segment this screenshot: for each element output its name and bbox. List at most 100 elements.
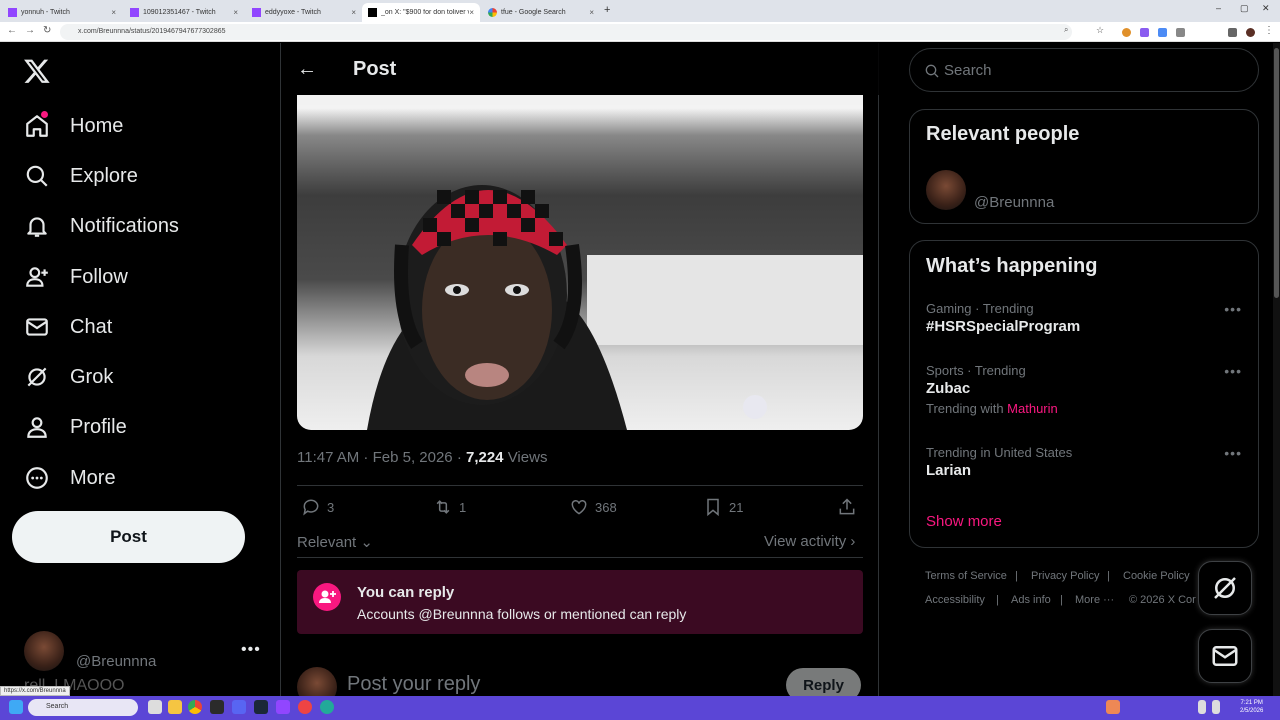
browser-tab[interactable]: eddyyoxe - Twitch × (246, 3, 362, 22)
trend-name: Zubac (926, 380, 971, 397)
close-icon[interactable]: × (351, 8, 356, 17)
steam-icon[interactable] (254, 700, 268, 714)
status-bar-url: https://x.com/Breunnna (0, 686, 70, 696)
browser-tab[interactable]: tfue - Google Search × (482, 3, 600, 22)
back-icon[interactable]: ← (7, 25, 17, 36)
reload-icon[interactable]: ↻ (43, 25, 51, 36)
extension-icon[interactable] (1122, 28, 1131, 37)
nav-profile[interactable]: Profile (24, 407, 264, 447)
avatar[interactable] (926, 170, 966, 210)
trend-item[interactable]: Gaming · Trending #HSRSpecialProgram ••• (926, 301, 1242, 335)
post-media-image[interactable] (297, 95, 863, 430)
heart-icon (571, 499, 587, 515)
browser-tab[interactable]: yonnuh - Twitch × (2, 3, 122, 22)
app-icon[interactable] (298, 700, 312, 714)
trend-item[interactable]: Trending in United States Larian ••• (926, 445, 1242, 479)
discord-icon[interactable] (232, 700, 246, 714)
like-action[interactable]: 368 (569, 497, 617, 517)
wifi-icon[interactable] (1198, 700, 1206, 714)
nav-label: Notifications (70, 214, 179, 237)
reply-composer-input[interactable]: Post your reply (347, 673, 480, 696)
downloads-icon[interactable] (1228, 28, 1237, 37)
maximize-icon[interactable]: ▢ (1240, 3, 1249, 14)
view-activity-link[interactable]: View activity › (764, 533, 855, 550)
close-window-icon[interactable]: ✕ (1262, 3, 1270, 14)
grok-button[interactable] (1198, 561, 1252, 615)
footer-cookie-link[interactable]: Cookie Policy (1123, 570, 1190, 582)
url-field[interactable]: x.com/Breunnna/status/201946794767730286… (60, 24, 1072, 40)
chrome-icon[interactable] (188, 700, 202, 714)
nav-grok[interactable]: Grok (24, 357, 264, 397)
footer-accessibility-link[interactable]: Accessibility (925, 594, 985, 606)
footer-more-link[interactable]: More ··· (1075, 594, 1114, 606)
task-view-icon[interactable] (148, 700, 162, 714)
account-switcher[interactable]: @Breunnna ••• rell_LMAOOO (24, 631, 264, 694)
extension-icon[interactable] (1140, 28, 1149, 37)
person-handle[interactable]: @Breunnna (974, 194, 1054, 211)
footer-terms-link[interactable]: Terms of Service (925, 570, 1007, 582)
show-more-link[interactable]: Show more (926, 513, 1002, 530)
nav-home[interactable]: Home (24, 106, 264, 146)
tab-label: eddyyoxe - Twitch (265, 9, 321, 16)
messages-button[interactable] (1198, 629, 1252, 683)
bell-icon (27, 217, 47, 237)
windows-start-icon[interactable] (9, 700, 23, 714)
nav-label: Chat (70, 315, 113, 338)
extension-icon[interactable] (1158, 28, 1167, 37)
minimize-icon[interactable]: – (1216, 3, 1221, 13)
volume-icon[interactable] (1212, 700, 1220, 714)
nav-explore[interactable]: Explore (24, 156, 264, 196)
reply-action[interactable]: 3 (301, 497, 334, 517)
nav-follow[interactable]: Follow (24, 257, 264, 297)
taskbar-clock[interactable]: 7:21 PM 2/5/2026 (1240, 699, 1263, 715)
bookmark-action[interactable]: 21 (703, 497, 743, 517)
app-icon[interactable] (320, 700, 334, 714)
nav-chat[interactable]: Chat (24, 307, 264, 347)
more-circle-icon (26, 467, 48, 489)
footer-ads-link[interactable]: Ads info (1011, 594, 1051, 606)
file-explorer-icon[interactable] (168, 700, 182, 714)
nav-notifications[interactable]: Notifications (24, 206, 264, 246)
close-icon[interactable]: × (111, 8, 116, 17)
search-input[interactable]: Search (909, 48, 1259, 92)
new-tab-button[interactable]: + (604, 4, 610, 16)
post-timestamp: 11:47 AM · Feb 5, 2026 · 7,224 Views (297, 449, 547, 466)
trend-item[interactable]: Sports · Trending Zubac Trending with Ma… (926, 363, 1242, 416)
sort-dropdown[interactable]: Relevant ⌄ (297, 533, 373, 551)
browser-tab-active[interactable]: _on X: "$900 for don toliver vip × (362, 3, 480, 22)
trend-related-name[interactable]: Mathurin (1007, 401, 1058, 416)
more-icon[interactable]: ••• (1224, 445, 1242, 461)
chevron-right-icon: › (846, 533, 856, 550)
close-icon[interactable]: × (469, 8, 474, 17)
back-arrow-icon[interactable]: ← (297, 58, 317, 81)
zoom-icon[interactable]: ⌕ (1064, 25, 1068, 35)
profile-avatar-icon[interactable] (1246, 28, 1255, 37)
share-action[interactable] (837, 497, 863, 517)
nav-more[interactable]: More (24, 458, 264, 498)
forward-icon[interactable]: → (25, 25, 35, 36)
more-icon[interactable]: ••• (241, 641, 261, 659)
extensions-puzzle-icon[interactable] (1176, 28, 1185, 37)
repost-action[interactable]: 1 (433, 497, 466, 517)
reply-notice-title: You can reply (357, 584, 455, 601)
scrollbar-thumb[interactable] (1274, 48, 1279, 298)
app-icon[interactable] (210, 700, 224, 714)
taskbar-search[interactable]: Search (28, 699, 138, 716)
footer-privacy-link[interactable]: Privacy Policy (1031, 570, 1099, 582)
browser-tab[interactable]: 109012351467 - Twitch × (124, 3, 244, 22)
close-icon[interactable]: × (233, 8, 238, 17)
weather-icon (1106, 700, 1120, 714)
footer-divider: | (1107, 570, 1110, 582)
close-icon[interactable]: × (589, 8, 594, 17)
browser-menu-icon[interactable]: ⋮ (1264, 25, 1274, 36)
repost-count: 1 (459, 499, 467, 515)
post-button[interactable]: Post (12, 511, 245, 563)
twitch-icon[interactable] (276, 700, 290, 714)
more-icon[interactable]: ••• (1224, 363, 1242, 379)
more-icon[interactable]: ••• (1224, 301, 1242, 317)
trend-context: Gaming · Trending (926, 301, 1034, 316)
repost-icon (436, 500, 450, 514)
left-navigation: Home Explore Notifications Follow Chat G… (0, 43, 280, 696)
x-logo-icon[interactable] (22, 57, 52, 85)
bookmark-star-icon[interactable]: ☆ (1096, 25, 1104, 36)
